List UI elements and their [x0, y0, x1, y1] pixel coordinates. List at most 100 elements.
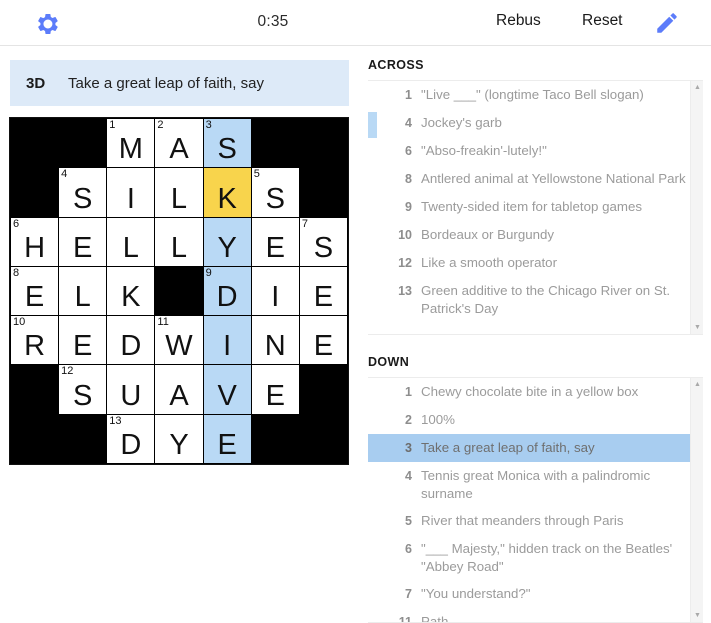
grid-cell[interactable]: 9D [203, 266, 251, 316]
grid-cell[interactable]: 1M [107, 119, 155, 168]
down-scrollbar[interactable]: ▲ ▼ [690, 378, 703, 622]
cell-letter: S [313, 231, 334, 264]
across-clue-list[interactable]: 1 "Live ___" (longtime Taco Bell slogan) 4… [368, 80, 703, 335]
cell-number: 10 [13, 316, 26, 329]
cell-letter: E [313, 281, 334, 314]
down-clue-row[interactable]: 7 "You understand?" [368, 580, 703, 608]
clue-number: 2 [405, 413, 412, 427]
clue-text: "___ Majesty," hidden track on the Beatl… [421, 541, 673, 574]
clue-text: "Abso-freakin'-lutely!" [421, 143, 547, 158]
clue-number: 11 [398, 615, 412, 623]
grid-cell[interactable]: I [251, 266, 299, 316]
grid-cell[interactable]: E [299, 266, 347, 316]
timer[interactable]: 0:35 [0, 13, 546, 31]
grid-cell[interactable]: N [251, 316, 299, 365]
cell-letter: Y [217, 231, 237, 264]
crossword-grid[interactable]: 1 M 2 A 3 S 4 S I L K 5 S 6 H E L L Y E 7 S 8 E L K 9 D I E 10 R E D 11 W I N… [10, 118, 348, 464]
cell-letter: D [120, 330, 142, 363]
across-scrollbar[interactable]: ▲ ▼ [690, 81, 703, 334]
grid-cell[interactable]: 12 S [59, 365, 107, 414]
down-clue-row[interactable]: 2 100% [368, 406, 703, 434]
cell-letter: S [73, 182, 93, 215]
clue-number: 3 [405, 441, 412, 455]
grid-cell[interactable]: E [203, 414, 251, 463]
down-clue-row[interactable]: 5 River that meanders through Paris [368, 507, 703, 535]
down-heading: DOWN [368, 355, 410, 369]
grid-cell[interactable]: U [107, 365, 155, 414]
grid-cell[interactable]: Y [155, 414, 203, 463]
across-clue-row[interactable]: 10 Bordeaux or Burgundy [368, 221, 703, 249]
grid-block-cell [155, 266, 203, 316]
grid-cell[interactable]: 2A [155, 119, 203, 168]
grid-cell[interactable]: 8E [11, 266, 59, 316]
grid-cell[interactable]: L [59, 266, 107, 316]
grid-cell[interactable]: E [59, 316, 107, 365]
grid-cell[interactable]: E [299, 316, 347, 365]
grid-cell[interactable]: L [155, 217, 203, 266]
scroll-up-arrow-icon[interactable]: ▲ [691, 379, 703, 390]
clue-number: 6 [405, 144, 412, 158]
grid-cell[interactable]: 4S [59, 168, 107, 217]
grid-block-cell [299, 119, 347, 168]
cell-number: 1 [109, 119, 116, 131]
current-clue-bar[interactable]: 3D Take a great leap of faith, say [10, 60, 349, 106]
grid-cell[interactable]: V [203, 365, 251, 414]
grid-block-cell [251, 414, 299, 463]
grid-cell[interactable]: 5S [251, 168, 299, 217]
down-clue-row[interactable]: 3 Take a great leap of faith, say [368, 434, 703, 462]
cell-letter: E [217, 428, 237, 461]
grid-cell[interactable]: Y [203, 217, 251, 266]
grid-block-cell [251, 119, 299, 168]
grid-cell[interactable]: 13 D [107, 414, 155, 463]
rebus-button[interactable]: Rebus [496, 12, 541, 30]
across-clue-row[interactable]: 8 Antlered animal at Yellowstone National… [368, 165, 703, 193]
grid-cell[interactable]: I [203, 316, 251, 365]
across-clue-row[interactable]: 4 Jockey's garb [368, 109, 703, 138]
grid-cell[interactable]: 11 W [155, 316, 203, 365]
clue-text: Jockey's garb [421, 115, 502, 130]
down-clue-row[interactable]: 6 "___ Majesty," hidden track on the Beat… [368, 535, 703, 580]
cell-number: 3 [205, 119, 212, 131]
crossword-grid-container: 1 M 2 A 3 S 4 S I L K 5 S 6 H E L L Y E 7 S 8 E L K 9 D I E 10 R E D 11 W I N… [9, 117, 349, 465]
grid-cell[interactable]: K [107, 266, 155, 316]
down-clue-row[interactable]: 11 Path [368, 608, 703, 623]
clue-number: 7 [405, 587, 412, 601]
pencil-button[interactable] [654, 10, 680, 36]
down-clue-list[interactable]: 1 Chewy chocolate bite in a yellow box 2 10… [368, 377, 703, 623]
down-clue-row[interactable]: 1 Chewy chocolate bite in a yellow box [368, 378, 703, 406]
cell-letter: E [313, 330, 334, 363]
grid-cell[interactable]: L [107, 217, 155, 266]
across-clue-row[interactable]: 9 Twenty-sided item for tabletop games [368, 193, 703, 221]
across-clue-row[interactable]: 13 Green additive to the Chicago River on… [368, 277, 703, 322]
scroll-up-arrow-icon[interactable]: ▲ [691, 82, 703, 93]
top-toolbar: 0:35 Rebus Reset [0, 0, 711, 46]
clue-number: 10 [398, 228, 412, 242]
grid-cell[interactable]: 3S [203, 119, 251, 168]
grid-cell[interactable]: L [155, 168, 203, 217]
grid-cell[interactable]: I [107, 168, 155, 217]
cell-letter: R [24, 330, 46, 363]
across-clue-row[interactable]: 1 "Live ___" (longtime Taco Bell slogan) [368, 81, 703, 109]
cell-letter: I [271, 281, 280, 314]
grid-cell[interactable]: E [251, 217, 299, 266]
grid-cell[interactable]: 7S [299, 217, 347, 266]
scroll-down-arrow-icon[interactable]: ▼ [691, 610, 703, 621]
grid-cell[interactable]: K [203, 168, 251, 217]
cell-letter: E [73, 330, 93, 363]
scroll-down-arrow-icon[interactable]: ▼ [691, 322, 703, 333]
grid-block-cell [59, 119, 107, 168]
grid-cell[interactable]: 6H [11, 217, 59, 266]
grid-cell[interactable]: A [155, 365, 203, 414]
across-clue-row[interactable]: 12 Like a smooth operator [368, 249, 703, 277]
clue-number: 1 [405, 88, 412, 102]
grid-cell[interactable]: D [107, 316, 155, 365]
reset-button[interactable]: Reset [582, 12, 623, 30]
grid-cell[interactable]: E [59, 217, 107, 266]
grid-cell[interactable]: E [251, 365, 299, 414]
grid-cell[interactable]: 10 R [11, 316, 59, 365]
down-clue-row[interactable]: 4 Tennis great Monica with a palindromic … [368, 462, 703, 507]
cell-letter: E [73, 231, 93, 264]
grid-block-cell [11, 119, 59, 168]
clue-text: Green additive to the Chicago River on S… [421, 283, 671, 316]
across-clue-row[interactable]: 6 "Abso-freakin'-lutely!" [368, 137, 703, 165]
